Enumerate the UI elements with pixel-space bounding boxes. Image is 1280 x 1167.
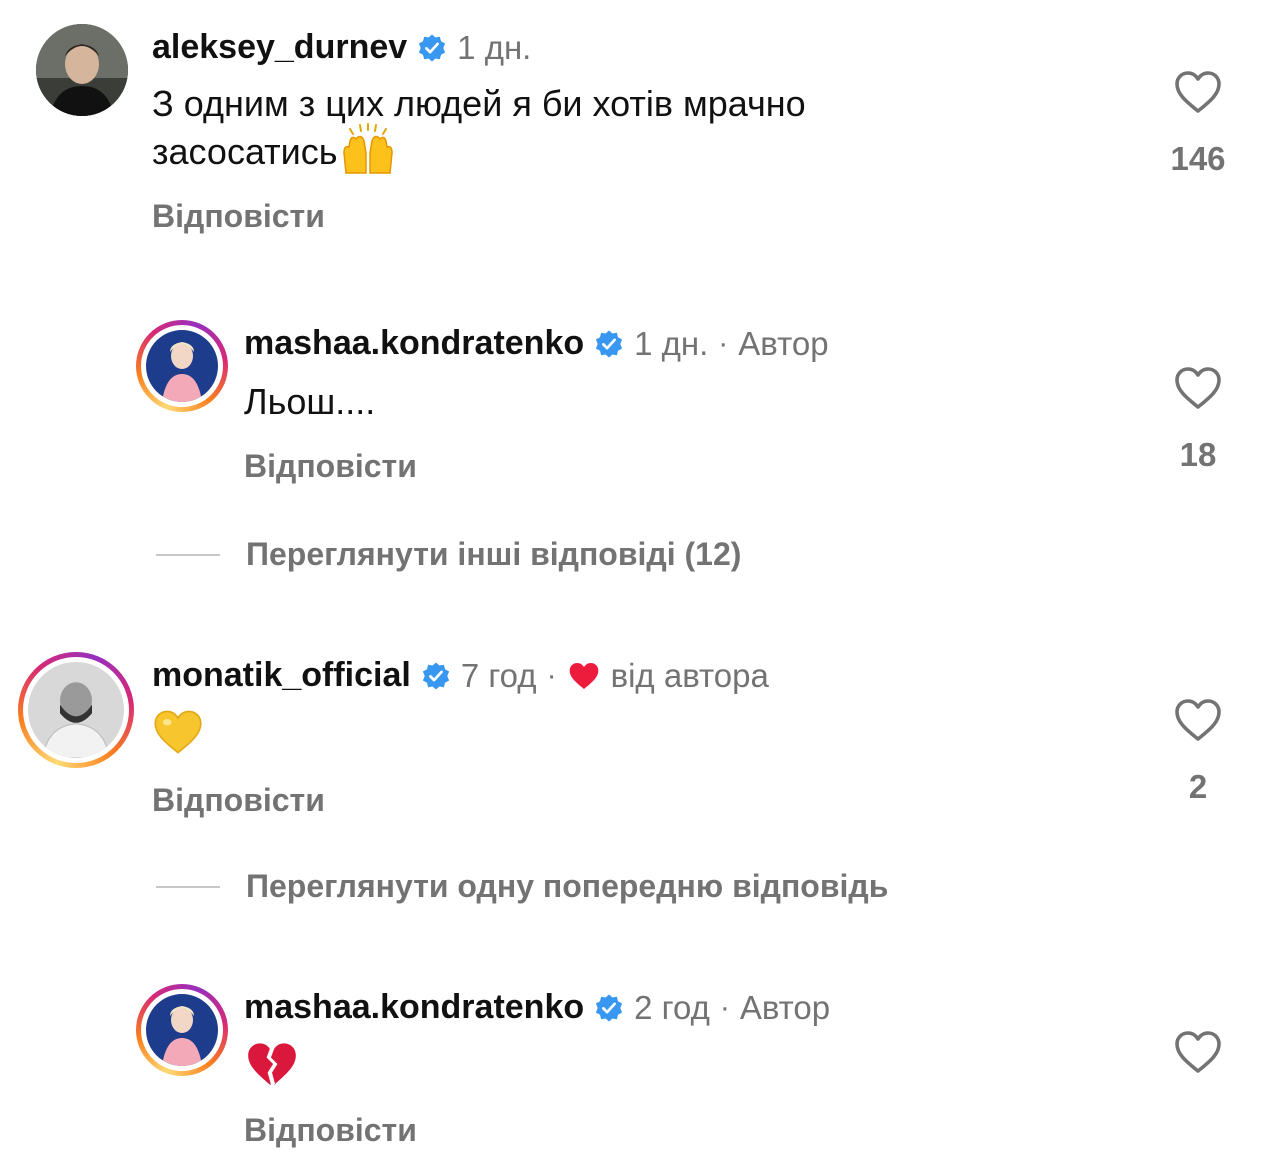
divider-line	[156, 885, 220, 888]
reply-mashaa-1: mashaa.kondratenko 1 дн. · Автор Льош...…	[0, 300, 1280, 500]
timestamp: 1 дн.	[457, 28, 532, 66]
avatar[interactable]	[36, 24, 128, 116]
author-tag: Автор	[739, 988, 831, 1026]
comment-text: Льош....	[244, 381, 376, 422]
separator: ·	[718, 326, 729, 360]
like-column	[1153, 1030, 1243, 1074]
avatar-image	[28, 662, 124, 758]
verified-badge-icon	[596, 994, 623, 1021]
avatar-image	[146, 994, 218, 1066]
comment-header: mashaa.kondratenko 2 год · Автор	[244, 988, 830, 1027]
avatar-inner	[23, 657, 129, 763]
comment-header: aleksey_durnev 1 дн.	[152, 28, 531, 67]
verified-badge-icon	[419, 34, 446, 61]
red-heart-icon	[569, 662, 598, 689]
view-more-label: Переглянути одну попередню відповідь	[246, 868, 889, 904]
username[interactable]: aleksey_durnev	[152, 28, 407, 67]
comment-header: monatik_official 7 год · від автора	[152, 656, 769, 695]
reply-button[interactable]: Відповісти	[152, 782, 325, 819]
username[interactable]: mashaa.kondratenko	[244, 324, 584, 363]
author-tag: Автор	[738, 324, 829, 362]
comment-text-line: З одним з цих людей я би хотів мрачно	[152, 83, 806, 124]
avatar-inner	[141, 989, 223, 1071]
username[interactable]: monatik_official	[152, 656, 411, 695]
heart-icon[interactable]	[1174, 70, 1222, 114]
verified-badge-icon	[422, 662, 449, 689]
reply-button[interactable]: Відповісти	[244, 448, 417, 485]
timestamp: 2 год	[634, 988, 710, 1026]
avatar[interactable]	[18, 652, 134, 768]
avatar-image	[146, 330, 218, 402]
heart-icon[interactable]	[1174, 366, 1222, 410]
like-count: 2	[1188, 768, 1208, 805]
reply-button[interactable]: Відповісти	[152, 198, 325, 235]
view-more-label: Переглянути інші відповіді (12)	[246, 536, 742, 572]
separator: ·	[546, 658, 557, 692]
verified-badge-icon	[596, 330, 623, 357]
like-column: 18	[1153, 366, 1243, 474]
separator: ·	[719, 990, 730, 1024]
like-column: 2	[1153, 698, 1243, 806]
avatar-inner	[141, 325, 223, 407]
liked-by-author-label: від автора	[610, 656, 769, 694]
reply-button[interactable]: Відповісти	[244, 1112, 417, 1149]
comment-text: З одним з цих людей я би хотів мрачно за…	[152, 80, 806, 176]
comment-monatik: monatik_official 7 год · від автора Відп…	[0, 640, 1280, 840]
like-count: 18	[1179, 436, 1217, 473]
comment-header: mashaa.kondratenko 1 дн. · Автор	[244, 324, 829, 363]
like-count: 146	[1170, 140, 1226, 177]
comment-aleksey: aleksey_durnev 1 дн. З одним з цих людей…	[0, 0, 1280, 260]
comment-text-line-2: засосатись	[152, 131, 338, 172]
broken-heart-emoji-icon	[246, 1040, 298, 1093]
view-previous-reply-button[interactable]: Переглянути одну попередню відповідь	[156, 868, 888, 905]
avatar[interactable]	[136, 320, 228, 412]
username[interactable]: mashaa.kondratenko	[244, 988, 584, 1027]
heart-icon[interactable]	[1174, 1030, 1222, 1074]
like-column: 146	[1153, 70, 1243, 178]
comment-text-line: засосатись	[152, 123, 806, 176]
view-more-replies-button[interactable]: Переглянути інші відповіді (12)	[156, 536, 741, 573]
yellow-heart-emoji-icon	[152, 708, 204, 761]
avatar[interactable]	[136, 984, 228, 1076]
heart-icon[interactable]	[1174, 698, 1222, 742]
divider-line	[156, 553, 220, 556]
timestamp: 1 дн.	[634, 324, 709, 362]
reply-mashaa-2: mashaa.kondratenko 2 год · Автор Відпові…	[0, 964, 1280, 1164]
timestamp: 7 год	[460, 656, 537, 694]
raising-hands-emoji-icon	[342, 123, 393, 174]
